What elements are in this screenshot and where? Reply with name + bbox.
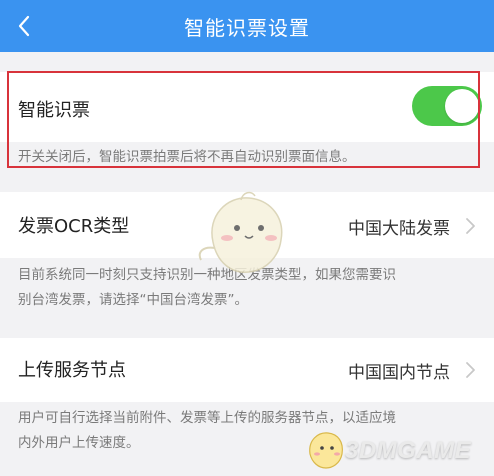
ocr-type-value[interactable]: 中国大陆发票	[348, 214, 450, 239]
upload-node-note-line2: 内外用户上传速度。	[18, 435, 140, 451]
highlight-frame	[7, 71, 480, 168]
ocr-type-note-line2: 别台湾发票，请选择“中国台湾发票”。	[18, 292, 248, 308]
chevron-right-icon	[466, 218, 475, 234]
chevron-right-icon	[466, 362, 475, 378]
mascot-logo-icon	[309, 432, 343, 469]
watermark-text: 3DMGAME	[345, 437, 472, 464]
page-title: 智能识票设置	[184, 15, 310, 40]
upload-node-value[interactable]: 中国国内节点	[348, 358, 450, 383]
ocr-type-label: 发票OCR类型	[18, 216, 130, 237]
upload-node-label: 上传服务节点	[18, 360, 126, 381]
header-bar: 智能识票设置	[0, 0, 494, 52]
chevron-left-icon	[18, 15, 30, 37]
back-button[interactable]	[10, 10, 38, 42]
mascot-watermark-icon	[198, 191, 283, 273]
